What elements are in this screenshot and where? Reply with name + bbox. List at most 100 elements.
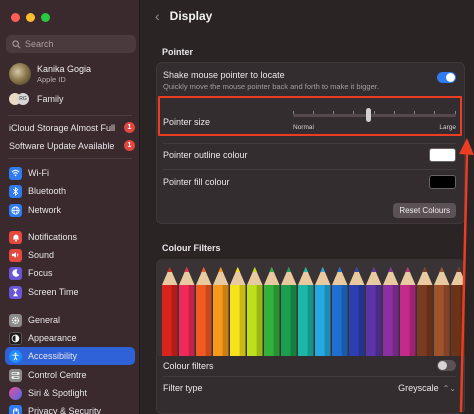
sidebar-item-network[interactable]: Network bbox=[5, 201, 135, 219]
moon-icon bbox=[9, 266, 22, 280]
pencil bbox=[179, 267, 195, 356]
zoom-window-button[interactable] bbox=[41, 13, 50, 22]
colour-filters-label: Colour filters bbox=[163, 360, 214, 371]
colour-filters-row: Colour filters bbox=[163, 360, 456, 371]
divider bbox=[163, 143, 456, 144]
pencil bbox=[383, 267, 399, 356]
accessibility-icon bbox=[9, 349, 22, 363]
pencil bbox=[417, 267, 433, 356]
divider bbox=[8, 115, 132, 116]
titlebar: ‹ Display bbox=[141, 0, 474, 32]
filter-type-row: Filter type Greyscale ⌃⌄ bbox=[163, 383, 456, 393]
pencil bbox=[247, 267, 263, 356]
sidebar-item-label: Appearance bbox=[28, 333, 77, 343]
close-window-button[interactable] bbox=[11, 13, 20, 22]
globe-icon bbox=[9, 203, 22, 217]
pointer-outline-label: Pointer outline colour bbox=[163, 150, 248, 160]
pencil bbox=[349, 267, 365, 356]
sidebar-item-label: Bluetooth bbox=[28, 186, 67, 196]
pointer-section-title: Pointer bbox=[162, 47, 194, 57]
pencil bbox=[230, 267, 246, 356]
notice-label: Software Update Available bbox=[9, 140, 115, 151]
icloud-storage-notice[interactable]: iCloud Storage Almost Full 1 bbox=[9, 122, 135, 133]
pencil bbox=[196, 267, 212, 356]
sidebar-item-label: General bbox=[28, 315, 61, 325]
family-item[interactable]: RG Family bbox=[9, 92, 64, 106]
sidebar-item-label: Siri & Spotlight bbox=[28, 388, 88, 398]
sidebar-item-accessibility[interactable]: Accessibility bbox=[5, 347, 135, 365]
pencil bbox=[315, 267, 331, 356]
reset-colours-button[interactable]: Reset Colours bbox=[393, 203, 456, 218]
apple-id-account[interactable]: Kanika Gogia Apple ID bbox=[9, 63, 91, 85]
shake-pointer-row: Shake mouse pointer to locate Quickly mo… bbox=[163, 70, 456, 91]
pointer-fill-label: Pointer fill colour bbox=[163, 177, 230, 187]
shake-pointer-label: Shake mouse pointer to locate bbox=[163, 70, 285, 80]
sidebar-item-label: Accessibility bbox=[28, 351, 78, 361]
pencil bbox=[213, 267, 229, 356]
search-placeholder: Search bbox=[25, 39, 54, 49]
sidebar: Search Kanika Gogia Apple ID RG Family i… bbox=[0, 0, 140, 414]
page-title: Display bbox=[169, 9, 213, 23]
sidebar-item-general[interactable]: General bbox=[5, 311, 135, 329]
pointer-fill-row: Pointer fill colour bbox=[163, 175, 456, 189]
software-update-notice[interactable]: Software Update Available 1 bbox=[9, 140, 135, 151]
pencil bbox=[400, 267, 416, 356]
sidebar-item-label: Screen Time bbox=[28, 287, 79, 297]
pencil bbox=[162, 267, 178, 356]
filter-type-value: Greyscale bbox=[398, 383, 439, 393]
pencil bbox=[332, 267, 348, 356]
pencil bbox=[281, 267, 297, 356]
colour-filters-section-title: Colour Filters bbox=[162, 243, 221, 253]
divider bbox=[163, 169, 456, 170]
back-chevron-icon[interactable]: ‹ bbox=[155, 8, 160, 24]
hand-icon bbox=[9, 404, 22, 414]
search-icon bbox=[12, 39, 21, 48]
pencil bbox=[264, 267, 280, 356]
sidebar-item-label: Wi-Fi bbox=[28, 168, 49, 178]
window-controls bbox=[11, 13, 50, 22]
sidebar-item-label: Privacy & Security bbox=[28, 406, 102, 414]
sidebar-item-label: Notifications bbox=[28, 232, 78, 242]
sidebar-item-siri-spotlight[interactable]: Siri & Spotlight bbox=[5, 384, 135, 402]
sidebar-item-focus[interactable]: Focus bbox=[5, 264, 135, 282]
pointer-size-highlight-box bbox=[158, 96, 462, 136]
gear-icon bbox=[9, 313, 22, 327]
siri-icon bbox=[9, 386, 22, 400]
avatar bbox=[9, 63, 31, 85]
sidebar-item-control-centre[interactable]: Control Centre bbox=[5, 366, 135, 384]
family-avatars-icon: RG bbox=[9, 92, 31, 106]
sidebar-item-label: Network bbox=[28, 205, 62, 215]
pencil bbox=[298, 267, 314, 356]
bluetooth-icon bbox=[9, 184, 22, 198]
sidebar-item-bluetooth[interactable]: Bluetooth bbox=[5, 182, 135, 200]
divider bbox=[8, 158, 132, 159]
sidebar-item-screen-time[interactable]: Screen Time bbox=[5, 283, 135, 301]
sidebar-item-wifi[interactable]: Wi-Fi bbox=[5, 164, 135, 182]
filter-type-label: Filter type bbox=[163, 383, 203, 393]
user-name: Kanika Gogia bbox=[37, 64, 92, 74]
appearance-icon bbox=[9, 331, 22, 345]
sidebar-item-appearance[interactable]: Appearance bbox=[5, 329, 135, 347]
sidebar-item-label: Focus bbox=[28, 268, 53, 278]
speaker-icon bbox=[9, 248, 22, 262]
search-field[interactable]: Search bbox=[6, 35, 136, 53]
shake-pointer-toggle[interactable] bbox=[437, 72, 456, 83]
sidebar-item-label: Sound bbox=[28, 250, 55, 260]
sidebar-item-privacy-security[interactable]: Privacy & Security bbox=[5, 402, 135, 414]
minimize-window-button[interactable] bbox=[26, 13, 35, 22]
notification-badge: 1 bbox=[124, 122, 135, 133]
colour-pencils-image bbox=[156, 259, 465, 356]
divider bbox=[163, 376, 456, 377]
bell-icon bbox=[9, 230, 22, 244]
wifi-icon bbox=[9, 166, 22, 180]
notification-badge: 1 bbox=[124, 140, 135, 151]
pencil bbox=[366, 267, 382, 356]
shake-pointer-description: Quickly move the mouse pointer back and … bbox=[163, 82, 379, 91]
hourglass-icon bbox=[9, 285, 22, 299]
notice-label: iCloud Storage Almost Full bbox=[9, 122, 116, 133]
pointer-settings-card: Shake mouse pointer to locate Quickly mo… bbox=[156, 62, 465, 224]
colour-filters-card: Colour filters Filter type Greyscale ⌃⌄ bbox=[156, 356, 465, 414]
sidebar-item-label: Control Centre bbox=[28, 370, 87, 380]
sidebar-item-sound[interactable]: Sound bbox=[5, 246, 135, 264]
sidebar-item-notifications[interactable]: Notifications bbox=[5, 228, 135, 246]
